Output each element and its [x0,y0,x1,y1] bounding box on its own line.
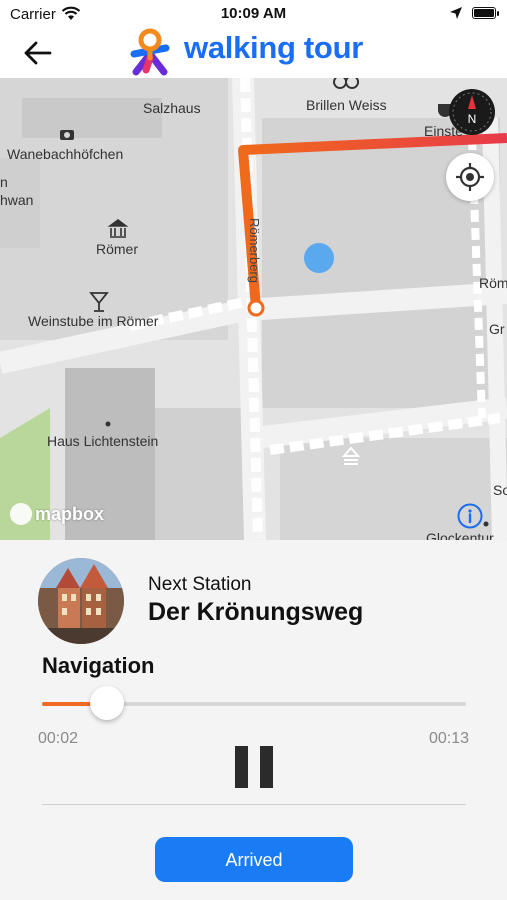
map-label-wanebachhoefchen: Wanebachhöfchen [7,146,124,162]
battery-icon [472,7,496,19]
map-label-so: So [493,482,507,498]
location-arrow-icon [449,6,463,24]
audio-progress-slider[interactable] [42,686,466,720]
status-bar: Carrier 10:09 AM [0,0,507,28]
app-title: walking tour [184,30,363,65]
user-location-dot [304,243,334,273]
walking-tour-logo-icon [130,28,170,76]
divider [42,804,466,805]
total-time: 00:13 [428,730,469,747]
arrow-left-icon [24,41,52,65]
elapsed-time: 00:02 [38,730,79,747]
map-label-roemer-right: Röm [479,275,507,291]
map-view[interactable]: Salzhaus Brillen Weiss Einste Wanebachhö… [0,78,507,540]
compass-letter: N [468,112,477,126]
compass-button[interactable]: N [449,89,495,135]
route-start-marker [247,299,265,317]
map-label-haus-lichtenstein: Haus Lichtenstein [47,433,159,449]
battery-tip [497,11,499,16]
audio-section-title: Navigation [42,653,155,678]
pause-bar-left [235,746,248,788]
map-label-gr: Gr [489,321,505,337]
station-player-panel: Next Station Der Krönungsweg Navigation … [0,540,507,900]
compass-icon: N [452,92,492,132]
map-label-brillen-weiss: Brillen Weiss [306,97,387,113]
attribution-info-button[interactable] [457,503,483,529]
next-station-label: Next Station [148,574,252,595]
map-label-salzhaus: Salzhaus [143,100,201,116]
mapbox-text: mapbox [35,503,105,524]
map-label-n: n [0,174,8,190]
progress-thumb[interactable] [90,686,125,720]
back-button[interactable] [22,38,56,68]
map-label-weinstube: Weinstube im Römer [28,313,159,329]
pause-button[interactable] [235,746,273,788]
info-icon [457,503,483,529]
station-thumbnail-image [38,558,124,644]
street-label-roemerberg: Römerberg [247,218,262,284]
mapbox-attribution: mapbox [10,503,104,525]
mapbox-logo-icon [10,503,32,525]
recenter-location-button[interactable] [446,153,494,201]
map-label-hwan: hwan [0,192,34,208]
arrived-button[interactable]: Arrived [155,837,353,882]
map-label-glockenturm: Glockentur [426,530,494,540]
status-time: 10:09 AM [220,5,287,22]
navigation-bar: walking tour [0,28,507,78]
map-label-roemer: Römer [96,241,139,257]
station-name: Der Krönungsweg [148,598,364,626]
crosshair-icon [456,163,484,191]
pause-bar-right [260,746,273,788]
